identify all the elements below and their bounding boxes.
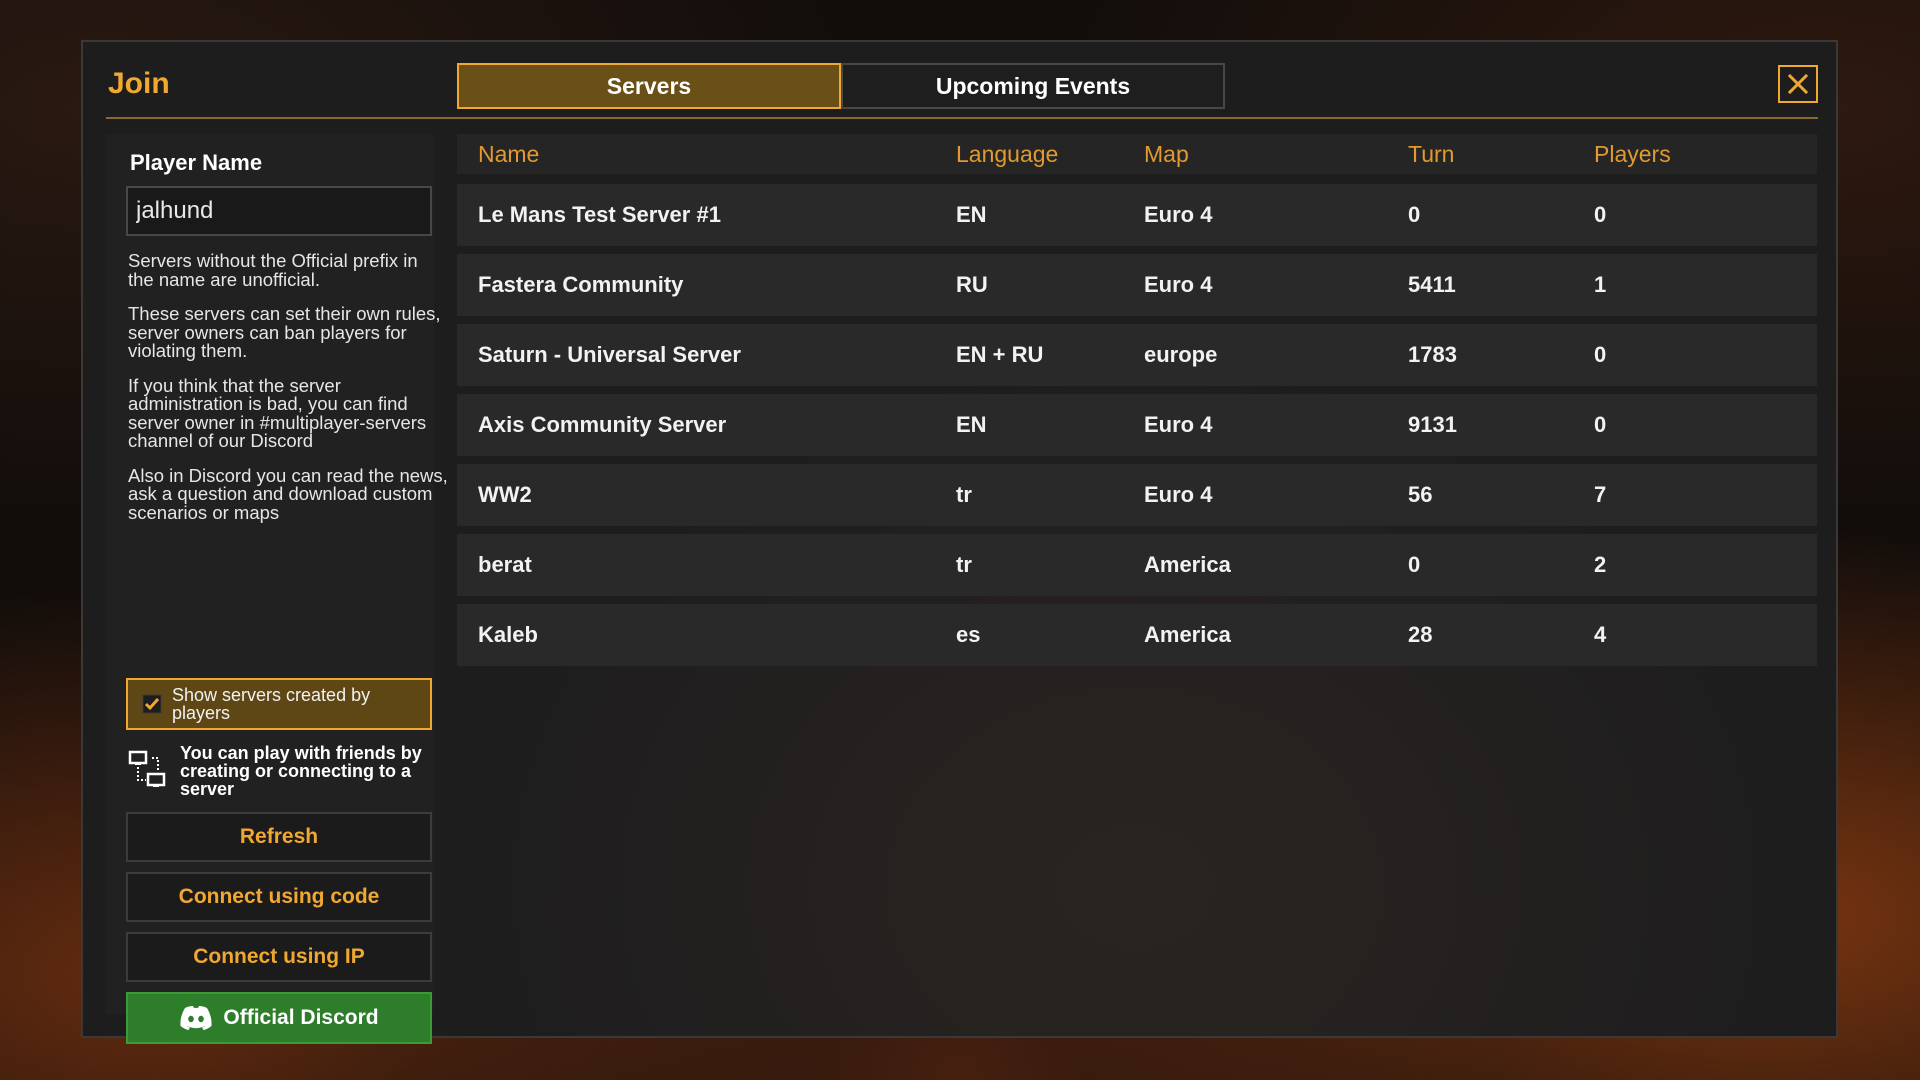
server-map: Euro 4 — [1144, 202, 1213, 227]
header-divider — [106, 117, 1818, 119]
server-map: europe — [1144, 342, 1218, 367]
close-button[interactable] — [1778, 65, 1818, 103]
network-icon — [128, 750, 166, 787]
server-name: Le Mans Test Server #1 — [478, 202, 721, 227]
info-paragraph: If you think that the server administrat… — [128, 374, 427, 451]
server-turn: 56 — [1408, 482, 1433, 507]
player-name-label: Player Name — [130, 150, 263, 175]
server-map: America — [1144, 552, 1231, 577]
connect-using-ip-button[interactable]: Connect using IP — [126, 932, 432, 982]
info-paragraph: Servers without the Official prefix in t… — [128, 250, 418, 290]
server-players: 1 — [1594, 272, 1607, 297]
column-header-language[interactable]: Language — [956, 134, 1058, 174]
server-table-header: Name Language Map Turn Players — [457, 134, 1817, 174]
column-header-turn[interactable]: Turn — [1408, 134, 1454, 174]
tab-servers[interactable]: Servers — [457, 63, 841, 109]
tab-upcoming-events[interactable]: Upcoming Events — [841, 63, 1225, 109]
sidebar-panel: Player Name Servers without the Official… — [106, 134, 448, 1044]
server-name: Axis Community Server — [478, 412, 727, 437]
server-turn: 0 — [1408, 552, 1421, 577]
column-header-players[interactable]: Players — [1594, 134, 1671, 174]
server-row[interactable]: Le Mans Test Server #1 EN Euro 4 0 0 — [457, 184, 1817, 246]
server-row[interactable]: WW2 tr Euro 4 56 7 — [457, 464, 1817, 526]
friends-hint: You can play with friends by creating or… — [128, 744, 448, 800]
discord-icon — [180, 1006, 212, 1030]
server-language: tr — [956, 482, 972, 507]
server-turn: 28 — [1408, 622, 1433, 647]
info-paragraph: Also in Discord you can read the news, a… — [128, 464, 448, 523]
server-name: Fastera Community — [478, 272, 684, 297]
server-name: Kaleb — [478, 622, 538, 647]
checkmark-icon — [142, 694, 162, 714]
server-players: 0 — [1594, 202, 1607, 227]
tab-bar: Servers Upcoming Events — [457, 63, 1225, 109]
server-map: America — [1144, 622, 1231, 647]
server-map: Euro 4 — [1144, 412, 1213, 437]
server-language: EN + RU — [956, 342, 1044, 367]
refresh-button[interactable]: Refresh — [126, 812, 432, 862]
server-language: RU — [956, 272, 988, 297]
server-turn: 0 — [1408, 202, 1421, 227]
server-row[interactable]: Axis Community Server EN Euro 4 9131 0 — [457, 394, 1817, 456]
server-language: tr — [956, 552, 972, 577]
server-name: Saturn - Universal Server — [478, 342, 741, 367]
server-row[interactable]: Kaleb es America 28 4 — [457, 604, 1817, 666]
info-paragraph: These servers can set their own rules, s… — [128, 303, 441, 361]
close-icon — [1787, 73, 1809, 95]
server-name: berat — [478, 552, 532, 577]
friends-hint-text: You can play with friends by creating or… — [180, 743, 422, 799]
server-row[interactable]: Saturn - Universal Server EN + RU europe… — [457, 324, 1817, 386]
show-player-servers-label: Show servers created by players — [172, 685, 371, 723]
server-list: Le Mans Test Server #1 EN Euro 4 0 0 Fas… — [457, 184, 1817, 674]
server-players: 2 — [1594, 552, 1607, 577]
column-header-map[interactable]: Map — [1144, 134, 1189, 174]
server-name: WW2 — [478, 482, 532, 507]
official-discord-button[interactable]: Official Discord — [126, 992, 432, 1044]
server-players: 0 — [1594, 342, 1607, 367]
server-info-text: Servers without the Official prefix in t… — [128, 250, 448, 538]
server-turn: 1783 — [1408, 342, 1457, 367]
official-discord-label: Official Discord — [223, 1006, 379, 1029]
server-turn: 9131 — [1408, 412, 1457, 437]
column-header-name[interactable]: Name — [478, 134, 539, 174]
dialog-title: Join — [108, 67, 170, 100]
server-row[interactable]: Fastera Community RU Euro 4 5411 1 — [457, 254, 1817, 316]
server-players: 0 — [1594, 412, 1607, 437]
server-language: es — [956, 622, 981, 647]
server-players: 7 — [1594, 482, 1607, 507]
server-language: EN — [956, 412, 987, 437]
server-map: Euro 4 — [1144, 272, 1213, 297]
server-turn: 5411 — [1408, 272, 1456, 297]
connect-using-code-button[interactable]: Connect using code — [126, 872, 432, 922]
join-dialog: Join Servers Upcoming Events Player Name… — [81, 40, 1838, 1044]
server-row[interactable]: berat tr America 0 2 — [457, 534, 1817, 596]
server-language: EN — [956, 202, 987, 227]
server-map: Euro 4 — [1144, 482, 1213, 507]
player-name-input[interactable] — [126, 186, 432, 236]
server-players: 4 — [1594, 622, 1607, 647]
show-player-servers-checkbox[interactable]: Show servers created by players — [126, 678, 432, 730]
